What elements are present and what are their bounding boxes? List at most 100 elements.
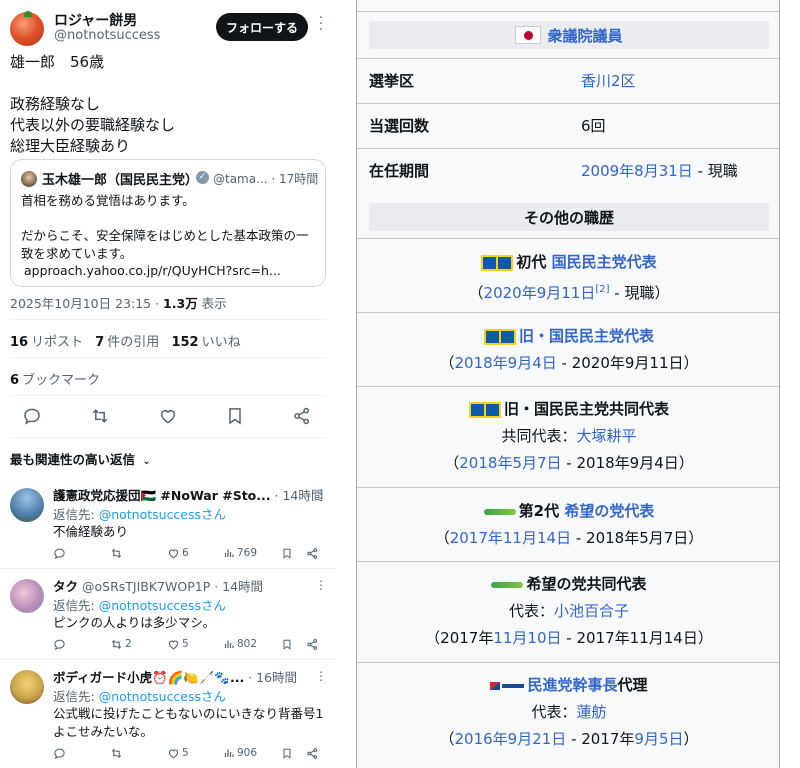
period-end-link[interactable]: 9月5日 [634,730,683,748]
period-start-link[interactable]: 2020年9月11日 [484,284,596,302]
share-icon[interactable] [306,636,319,652]
period-start-link[interactable]: 2016年9月21日 [454,730,566,748]
position-link[interactable]: 希望の党代表 [564,502,654,520]
quoted-post[interactable]: 玉木雄一郎（国民民主党） ✓ @tama... · 17時間 首相を務める覚悟は… [10,159,326,287]
reply-actions: 5 906 [53,745,333,761]
reply-icon[interactable] [53,545,66,561]
period-start-link[interactable]: 11月10日 [493,629,561,647]
bookmark-icon[interactable] [281,636,293,652]
author-name[interactable]: ロジャー餅男 [54,10,137,30]
reply-author[interactable]: 護憲政党応援団🇵🇸 #NoWar #Sto... · 14時間 [53,485,323,504]
reply-to-label: 返信先: [53,507,99,522]
share-icon[interactable] [292,406,312,426]
avatar[interactable] [10,11,44,46]
reply-author[interactable]: タク @oSRsTJIBK7WOP1P · 14時間 [53,576,263,595]
more-options-icon[interactable]: ⋮ [315,669,327,683]
share-icon[interactable] [306,545,319,561]
repost-icon[interactable] [90,406,110,426]
house-of-representatives-link[interactable]: 衆議院議員 [547,25,622,46]
quote-line: 首相を務める覚悟はあります。 [21,193,195,208]
period-start-link[interactable]: 2017年11月14日 [450,529,571,547]
reposts-stat[interactable]: 16 リポスト [10,335,83,350]
post-timestamp[interactable]: 2025年10月10日 23:15 · [10,296,163,311]
row-value-text: - 現職 [692,162,738,180]
period-open: （ [434,529,450,547]
position-link[interactable]: 旧・国民民主党代表 [519,327,654,345]
share-icon[interactable] [306,745,319,761]
position-sub: 代表：小池百合子 [357,598,779,625]
position-link[interactable]: 民進党幹事長 [527,676,617,694]
like-icon[interactable]: 5 [167,745,189,761]
like-icon[interactable]: 5 [167,636,189,652]
reply-mention[interactable]: @notnotsuccessさん [99,689,226,704]
reply-time: · 16時間 [244,670,298,685]
more-options-icon[interactable]: · · · [316,12,326,37]
period-open: （ [439,730,455,748]
quote-handle-text: @tama... [213,172,268,186]
reply-icon[interactable] [53,745,66,761]
bookmarks-stat: 6 ブックマーク [10,369,100,388]
like-icon[interactable] [158,406,178,426]
infobox-top-edge [357,0,779,12]
more-options-icon[interactable]: ⋮ [315,578,327,592]
divider [0,659,336,660]
reply-post[interactable]: ボディガード小虎⏰🌈🍋🦯🐾... · 16時間 ⋮ 返信先: @notnotsu… [10,667,336,768]
infobox-row: 当選回数 6回 [357,103,779,148]
sub-label: 共同代表： [501,427,577,445]
reply-mention[interactable]: @notnotsuccessさん [99,507,226,522]
sub-person-link[interactable]: 小池百合子 [554,602,629,620]
bookmark-icon[interactable] [281,545,293,561]
reply-post[interactable]: タク @oSRsTJIBK7WOP1P · 14時間 ⋮ 返信先: @notno… [10,576,336,661]
likes-count: 152 [171,335,199,350]
position-title-text: 代理 [617,676,648,694]
position-prefix: 初代 [516,253,552,271]
sub-person-link[interactable]: 大塚耕平 [577,427,637,445]
position-link[interactable]: 国民民主党代表 [552,253,657,271]
quotes-stat[interactable]: 7 件の引用 [95,335,159,350]
row-label: 選挙区 [369,72,415,90]
views-icon[interactable]: 906 [223,745,257,761]
position-title-text: 希望の党共同代表 [526,575,647,593]
position-sub: 共同代表：大塚耕平 [357,423,779,450]
views-icon[interactable]: 769 [223,545,257,561]
repost-icon[interactable] [110,545,125,561]
repost-icon[interactable]: 2 [110,636,132,652]
views-icon[interactable]: 802 [223,636,257,652]
bookmarks-label: ブックマーク [22,373,101,388]
quote-avatar [21,171,37,187]
author-handle[interactable]: @notnotsuccess [54,28,160,43]
term-start-link[interactable]: 2009年8月31日 [581,162,693,180]
quote-link[interactable]: approach.yahoo.co.jp/r/QUyHCH?src=h... [21,262,321,280]
like-icon[interactable]: 6 [167,545,189,561]
follow-button[interactable]: フォローする [216,13,308,41]
reply-actions: 6 769 [53,545,333,561]
reply-post[interactable]: 護憲政党応援団🇵🇸 #NoWar #Sto... · 14時間 ⋮ 返信先: @… [10,485,336,570]
reply-icon[interactable] [22,406,42,426]
repost-icon[interactable] [110,745,125,761]
infobox-section-header: 衆議院議員 [369,21,769,49]
period-rest: - 2020年9月11日） [556,354,699,372]
likes-stat[interactable]: 152 いいね [171,335,240,350]
bookmark-icon[interactable] [281,745,293,761]
more-options-icon[interactable]: ⋮ [315,487,327,501]
reply-avatar[interactable] [10,670,44,704]
sub-label: 代表： [508,602,554,620]
kibo-logo-icon [483,506,516,518]
tweet-line: 総理大臣経験あり [10,137,131,155]
bookmark-icon[interactable] [225,406,245,426]
reply-avatar[interactable] [10,579,44,613]
sub-person-link[interactable]: 蓮舫 [577,703,607,721]
reply-mention[interactable]: @notnotsuccessさん [99,598,226,613]
views-count: 906 [237,747,258,759]
position-entry: 旧・国民民主党共同代表 共同代表：大塚耕平 （2018年5月7日 - 2018年… [357,386,779,487]
period-start-link[interactable]: 2018年9月4日 [454,354,556,372]
reply-icon[interactable] [53,636,66,652]
position-entry: 民進党幹事長代理 代表：蓮舫 （2016年9月21日 - 2017年9月5日） [357,662,779,768]
reply-author[interactable]: ボディガード小虎⏰🌈🍋🦯🐾... · 16時間 [53,667,297,686]
reply-avatar[interactable] [10,488,44,522]
citation-link[interactable]: [2] [595,284,609,295]
constituency-link[interactable]: 香川2区 [581,72,636,90]
period-open: （ [439,354,455,372]
period-start-link[interactable]: 2018年5月7日 [459,454,561,472]
replies-sort-dropdown[interactable]: 最も関連性の高い返信 ⌄ [10,449,151,468]
